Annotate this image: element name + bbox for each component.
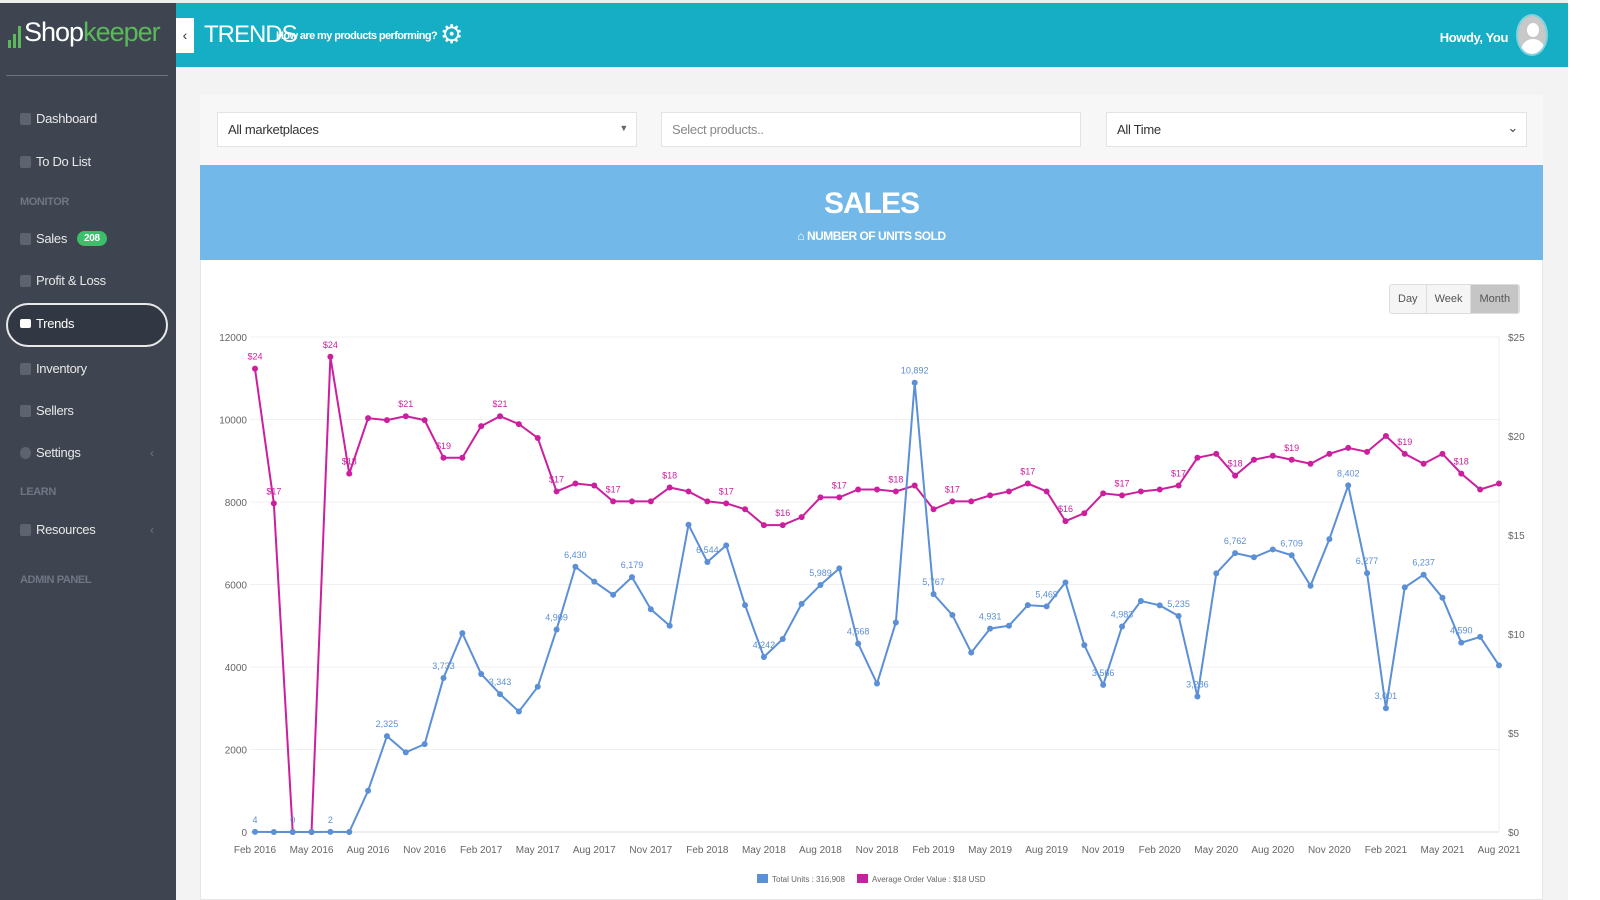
chevron-down-icon: ⌄ <box>1507 120 1518 135</box>
logo-text-keeper: keeper <box>83 17 161 47</box>
banner-subtitle: NUMBER OF UNITS SOLD <box>806 229 946 243</box>
area-chart-icon <box>20 319 31 328</box>
time-range-value: All Time <box>1117 122 1161 137</box>
collapse-sidebar-button[interactable]: ‹ <box>176 18 194 53</box>
logo[interactable]: Shop keeper <box>8 17 161 48</box>
time-range-select[interactable]: All Time ⌄ <box>1106 112 1527 147</box>
sales-badge: 208 <box>77 231 107 246</box>
sidebar-item-profit-loss[interactable]: Profit & Loss <box>20 273 106 288</box>
period-month-button[interactable]: Month <box>1471 285 1520 313</box>
sidebar-item-label: Dashboard <box>36 111 97 126</box>
cubes-icon <box>20 362 31 375</box>
sidebar-item-label: Inventory <box>36 361 87 376</box>
sidebar-item-label: To Do List <box>36 154 91 169</box>
cart-icon <box>20 232 31 245</box>
user-greeting[interactable]: Howdy, You <box>1440 30 1509 45</box>
lock-icon <box>20 404 31 417</box>
marketplace-select[interactable]: All marketplaces ▼ <box>217 112 637 147</box>
dashboard-icon <box>20 112 31 125</box>
sidebar-item-resources[interactable]: Resources <box>20 522 96 537</box>
sidebar-item-label: Trends <box>36 316 75 331</box>
chevron-left-icon[interactable]: ‹ <box>150 523 154 537</box>
sidebar-divider <box>6 75 168 76</box>
top-header: ‹ TRENDS How are my products performing?… <box>176 0 1568 67</box>
sidebar-item-dashboard[interactable]: Dashboard <box>20 111 97 126</box>
banner-subtitle-row: ⌂ NUMBER OF UNITS SOLD <box>200 229 1543 243</box>
products-placeholder: Select products.. <box>672 122 764 137</box>
logo-bars-icon <box>8 24 21 48</box>
sidebar-item-todo[interactable]: To Do List <box>20 154 91 169</box>
sidebar-item-label: Sellers <box>36 403 74 418</box>
sidebar-item-settings[interactable]: Settings <box>20 445 81 460</box>
checkbox-icon <box>20 155 31 168</box>
sales-banner: SALES ⌂ NUMBER OF UNITS SOLD <box>200 165 1543 260</box>
section-admin-panel[interactable]: ADMIN PANEL <box>20 574 92 586</box>
period-week-button[interactable]: Week <box>1426 285 1472 313</box>
section-learn: LEARN <box>20 486 56 498</box>
banner-title: SALES <box>823 187 920 220</box>
period-day-button[interactable]: Day <box>1390 285 1427 313</box>
products-input[interactable]: Select products.. <box>661 112 1081 147</box>
sidebar-item-inventory[interactable]: Inventory <box>20 361 87 376</box>
basket-icon: ⌂ <box>797 229 807 243</box>
sidebar-item-label: Settings <box>36 445 81 460</box>
avatar[interactable] <box>1516 14 1548 56</box>
sidebar: Shop keeper Dashboard To Do List MONITOR … <box>0 0 176 900</box>
caret-down-icon: ▼ <box>619 123 628 133</box>
section-monitor: MONITOR <box>20 196 69 208</box>
sidebar-item-sales[interactable]: Sales 208 <box>20 231 107 246</box>
cart-icon <box>20 274 31 287</box>
settings-gear-icon[interactable]: ⚙ <box>440 21 463 47</box>
sidebar-item-label: Sales <box>36 231 68 246</box>
sidebar-item-label: Resources <box>36 522 96 537</box>
period-toggle: Day Week Month <box>1389 284 1521 314</box>
grid-icon <box>20 523 31 536</box>
page-subtitle: How are my products performing? <box>276 30 438 42</box>
marketplace-value: All marketplaces <box>228 122 319 137</box>
logo-text-shop: Shop <box>24 17 84 47</box>
sidebar-item-trends-content[interactable]: Trends <box>20 316 74 331</box>
chevron-left-icon[interactable]: ‹ <box>150 446 154 460</box>
gear-icon <box>20 446 31 459</box>
sidebar-item-label: Profit & Loss <box>36 273 106 288</box>
sidebar-item-sellers[interactable]: Sellers <box>20 403 74 418</box>
page-edge <box>1568 0 1600 900</box>
